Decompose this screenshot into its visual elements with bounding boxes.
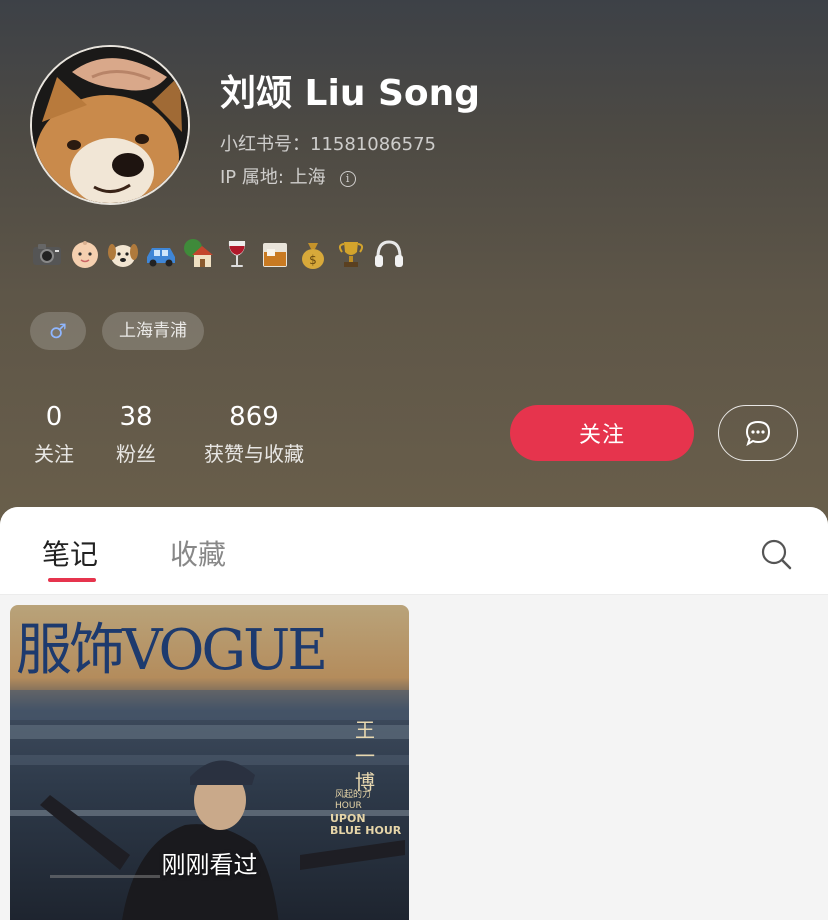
cover-caption-line: BLUE HOUR — [330, 824, 402, 837]
info-icon[interactable]: i — [339, 171, 356, 187]
note-card[interactable]: 服饰VOGUE 王 一 博 风起的力 HOUR UPON BLUE HOUR 刚… — [10, 605, 409, 920]
tab-collections[interactable]: 收藏 — [170, 533, 226, 573]
active-tab-indicator — [48, 578, 96, 582]
cover-side-char: 一 — [355, 744, 375, 768]
headphones-icon — [372, 237, 406, 271]
recently-viewed-label: 刚刚看过 — [161, 851, 258, 879]
camera-icon — [30, 237, 64, 271]
tab-bar: 笔记 收藏 — [0, 507, 828, 595]
follow-button[interactable]: 关注 — [510, 405, 694, 461]
cover-side-char: 王 — [355, 718, 375, 742]
profile-header: 刘颂 Liu Song 小红书号：11581086575 IP 属地: 上海 i … — [0, 0, 828, 540]
search-button[interactable] — [758, 536, 794, 572]
money-bag-icon: $ — [296, 237, 330, 271]
search-icon — [761, 539, 792, 570]
likes-collects-label: 获赞与收藏 — [204, 442, 304, 466]
magazine-title: 服饰VOGUE — [16, 618, 328, 683]
ip-location: IP 属地: 上海 i — [220, 163, 356, 189]
avatar[interactable] — [30, 45, 190, 205]
car-icon — [144, 237, 178, 271]
cover-small-line: HOUR — [335, 801, 362, 811]
tab-notes[interactable]: 笔记 — [42, 533, 98, 573]
followers-count[interactable]: 38 粉丝 — [110, 400, 162, 467]
profile-name: 刘颂 Liu Song — [220, 73, 481, 114]
cover-side-text: 王 一 博 — [355, 717, 377, 795]
following-value: 0 — [45, 402, 63, 432]
followers-value: 38 — [119, 402, 153, 432]
likes-collects-value: 869 — [229, 402, 279, 432]
house-icon — [182, 237, 216, 271]
user-id-text: 小红书号：11581086575 — [220, 134, 436, 155]
location-tag: 上海青浦 — [102, 312, 204, 350]
svg-text:$: $ — [309, 253, 317, 267]
message-button[interactable] — [718, 405, 798, 461]
gender-tag: ♂ — [30, 312, 86, 350]
cover-small-line: 风起的力 — [335, 790, 372, 800]
whisky-glass-icon — [258, 237, 292, 271]
cover-small-text: 风起的力 HOUR — [335, 790, 371, 812]
wine-glass-icon — [220, 237, 254, 271]
male-icon: ♂ — [49, 319, 67, 343]
avatar-dog-image — [32, 47, 188, 203]
followers-label: 粉丝 — [116, 442, 156, 466]
ip-location-text: IP 属地: 上海 — [220, 167, 326, 188]
following-label: 关注 — [34, 442, 74, 466]
content-panel: 笔记 收藏 服饰VOGUE 王 一 博 风起的力 HOUR UPON BLUE … — [0, 507, 828, 920]
cover-caption: UPON BLUE HOUR — [330, 813, 401, 837]
baby-icon — [68, 237, 102, 271]
trophy-icon — [334, 237, 368, 271]
chat-bubble-icon — [745, 420, 771, 447]
dog-icon — [106, 237, 140, 271]
following-count[interactable]: 0 关注 — [28, 400, 80, 467]
bio-emojis: $ — [30, 236, 406, 272]
likes-collects-count[interactable]: 869 获赞与收藏 — [192, 400, 316, 467]
profile-tags: ♂ 上海青浦 — [30, 312, 204, 350]
